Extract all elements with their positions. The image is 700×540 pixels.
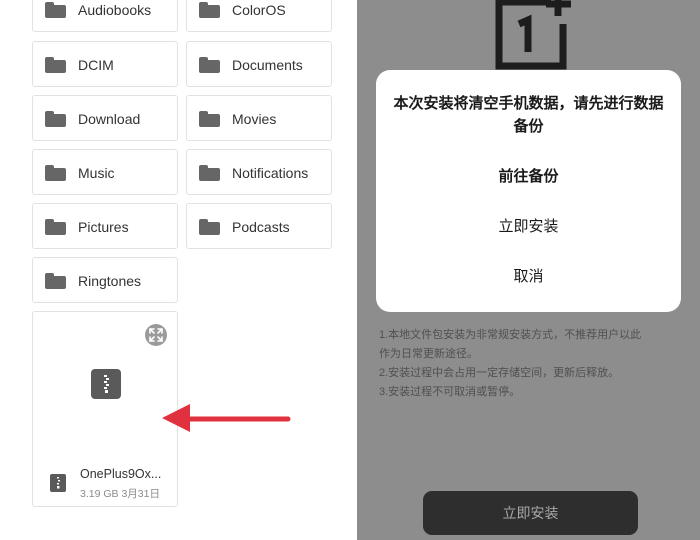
note-line: 2.安装过程中会占用一定存储空间，更新后释放。 xyxy=(379,367,620,379)
folder-label: Podcasts xyxy=(232,219,290,235)
install-now-option[interactable]: 立即安装 xyxy=(376,212,681,242)
oneplus-logo xyxy=(495,0,571,70)
folder-label: Pictures xyxy=(78,219,129,235)
backup-warning-dialog: 本次安装将清空手机数据，请先进行数据备份 前往备份 立即安装 取消 xyxy=(376,70,681,312)
go-backup-button[interactable]: 前往备份 xyxy=(376,162,681,192)
folder-label: Movies xyxy=(232,111,277,127)
expand-icon[interactable] xyxy=(145,324,167,346)
dialog-title: 本次安装将清空手机数据，请先进行数据备份 xyxy=(393,95,664,135)
folder-ringtones[interactable]: Ringtones xyxy=(32,257,178,303)
folder-dcim[interactable]: DCIM xyxy=(32,41,178,87)
note-line: 3.安装过程不可取消或暂停。 xyxy=(379,386,521,398)
file-name: OnePlus9Ox... xyxy=(80,467,162,481)
folder-label: Audiobooks xyxy=(78,2,152,18)
zip-file-card[interactable]: OnePlus9Ox... 3.19 GB 3月31日 xyxy=(32,311,178,507)
file-manager-panel: Audiobooks ColorOS DCIM Documents Downlo… xyxy=(0,0,357,540)
note-line: 1.本地文件包安装为非常规安装方式，不推荐用户以此 xyxy=(379,329,642,341)
folder-label: Download xyxy=(78,111,141,127)
folder-music[interactable]: Music xyxy=(32,149,178,195)
folder-icon xyxy=(45,219,66,235)
folder-pictures[interactable]: Pictures xyxy=(32,203,178,249)
zip-file-icon xyxy=(50,474,66,492)
folder-icon xyxy=(45,165,66,181)
folder-label: ColorOS xyxy=(232,2,286,18)
note-line: 作为日常更新途径。 xyxy=(379,348,478,360)
folder-icon xyxy=(45,273,66,289)
folder-documents[interactable]: Documents xyxy=(186,41,332,87)
folder-download[interactable]: Download xyxy=(32,95,178,141)
folder-label: Music xyxy=(78,165,115,181)
folder-icon xyxy=(45,2,66,18)
folder-icon xyxy=(199,219,220,235)
folder-audiobooks[interactable]: Audiobooks xyxy=(32,0,178,32)
folder-icon xyxy=(199,165,220,181)
folder-icon xyxy=(45,111,66,127)
folder-label: DCIM xyxy=(78,57,114,73)
folder-icon xyxy=(199,2,220,18)
folder-label: Ringtones xyxy=(78,273,142,289)
cancel-button[interactable]: 取消 xyxy=(376,262,681,292)
folder-label: Notifications xyxy=(232,165,309,181)
folder-label: Documents xyxy=(232,57,303,73)
folder-coloros[interactable]: ColorOS xyxy=(186,0,332,32)
installer-panel: 本次安装将清空手机数据，请先进行数据备份 前往备份 立即安装 取消 1.本地文件… xyxy=(357,0,700,540)
folder-icon xyxy=(199,111,220,127)
zip-file-icon xyxy=(91,369,121,399)
install-now-button[interactable]: 立即安装 xyxy=(423,491,638,535)
install-notes: 1.本地文件包安装为非常规安装方式，不推荐用户以此 作为日常更新途径。 2.安装… xyxy=(379,326,689,402)
red-arrow-annotation xyxy=(162,404,291,432)
file-meta: 3.19 GB 3月31日 xyxy=(80,488,160,500)
folder-notifications[interactable]: Notifications xyxy=(186,149,332,195)
folder-icon xyxy=(45,57,66,73)
folder-movies[interactable]: Movies xyxy=(186,95,332,141)
folder-podcasts[interactable]: Podcasts xyxy=(186,203,332,249)
folder-icon xyxy=(199,57,220,73)
